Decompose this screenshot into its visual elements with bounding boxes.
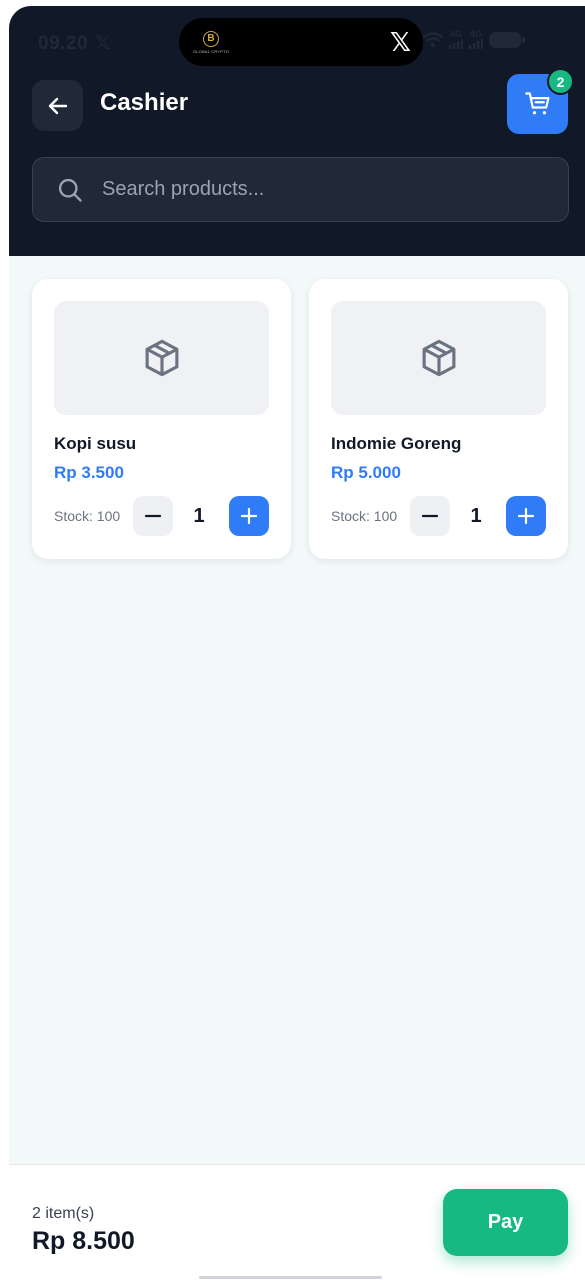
- app-header: 09.20 𝕏 B GLOBAL CRYPTO 𝕏 4G 4G Cashier …: [9, 6, 585, 256]
- app-screen: 09.20 𝕏 B GLOBAL CRYPTO 𝕏 4G 4G Cashier …: [9, 6, 585, 1285]
- plus-icon: [517, 507, 535, 525]
- minus-icon: [421, 514, 439, 518]
- pay-button[interactable]: Pay: [443, 1189, 568, 1256]
- search-icon: [58, 178, 82, 202]
- network-label-1: 4G: [449, 29, 462, 39]
- total-amount: Rp 8.500: [32, 1227, 135, 1255]
- status-time: 09.20: [38, 33, 89, 54]
- product-image-placeholder: [331, 301, 546, 415]
- home-indicator[interactable]: [199, 1276, 382, 1279]
- signal-icon-1: 4G: [449, 30, 463, 49]
- cart-count-badge: 2: [547, 68, 574, 95]
- items-count: 2 item(s): [32, 1205, 95, 1222]
- plus-icon: [240, 507, 258, 525]
- increase-quantity-button[interactable]: [229, 496, 269, 536]
- decrease-quantity-button[interactable]: [133, 496, 173, 536]
- status-icons: 4G 4G: [423, 30, 525, 49]
- package-icon: [145, 339, 178, 377]
- island-app-text: GLOBAL CRYPTO: [192, 48, 230, 54]
- x-logo-icon: 𝕏: [390, 27, 411, 57]
- product-card[interactable]: Indomie Goreng Rp 5.000 Stock: 100 1: [309, 279, 568, 559]
- network-label-2: 4G: [469, 29, 482, 39]
- product-name: Kopi susu: [54, 434, 137, 453]
- decrease-quantity-button[interactable]: [410, 496, 450, 536]
- quantity-value: 1: [193, 505, 205, 527]
- page-title: Cashier: [100, 89, 189, 116]
- back-button[interactable]: [32, 80, 83, 131]
- wifi-icon: [423, 31, 443, 47]
- x-notification-icon: 𝕏: [95, 33, 111, 54]
- shopping-cart-icon: [524, 92, 550, 115]
- checkout-bar: 2 item(s) Rp 8.500 Pay: [9, 1164, 585, 1285]
- signal-icon-2: 4G: [469, 30, 483, 49]
- product-price: Rp 5.000: [331, 463, 401, 482]
- product-image-placeholder: [54, 301, 269, 415]
- minus-icon: [144, 514, 162, 518]
- product-card[interactable]: Kopi susu Rp 3.500 Stock: 100 1: [32, 279, 291, 559]
- dynamic-island: B GLOBAL CRYPTO 𝕏: [179, 18, 423, 66]
- search-bar[interactable]: [32, 157, 569, 222]
- search-input[interactable]: [102, 169, 568, 210]
- bitcoin-coin-icon: B: [203, 30, 219, 47]
- quantity-value: 1: [470, 505, 482, 527]
- product-name: Indomie Goreng: [331, 434, 462, 453]
- arrow-left-icon: [48, 97, 67, 114]
- package-icon: [422, 339, 455, 377]
- battery-icon: [489, 31, 525, 48]
- product-stock: Stock: 100: [54, 508, 121, 524]
- crypto-app-icon: B GLOBAL CRYPTO: [191, 26, 231, 58]
- increase-quantity-button[interactable]: [506, 496, 546, 536]
- product-stock: Stock: 100: [331, 508, 398, 524]
- product-price: Rp 3.500: [54, 463, 124, 482]
